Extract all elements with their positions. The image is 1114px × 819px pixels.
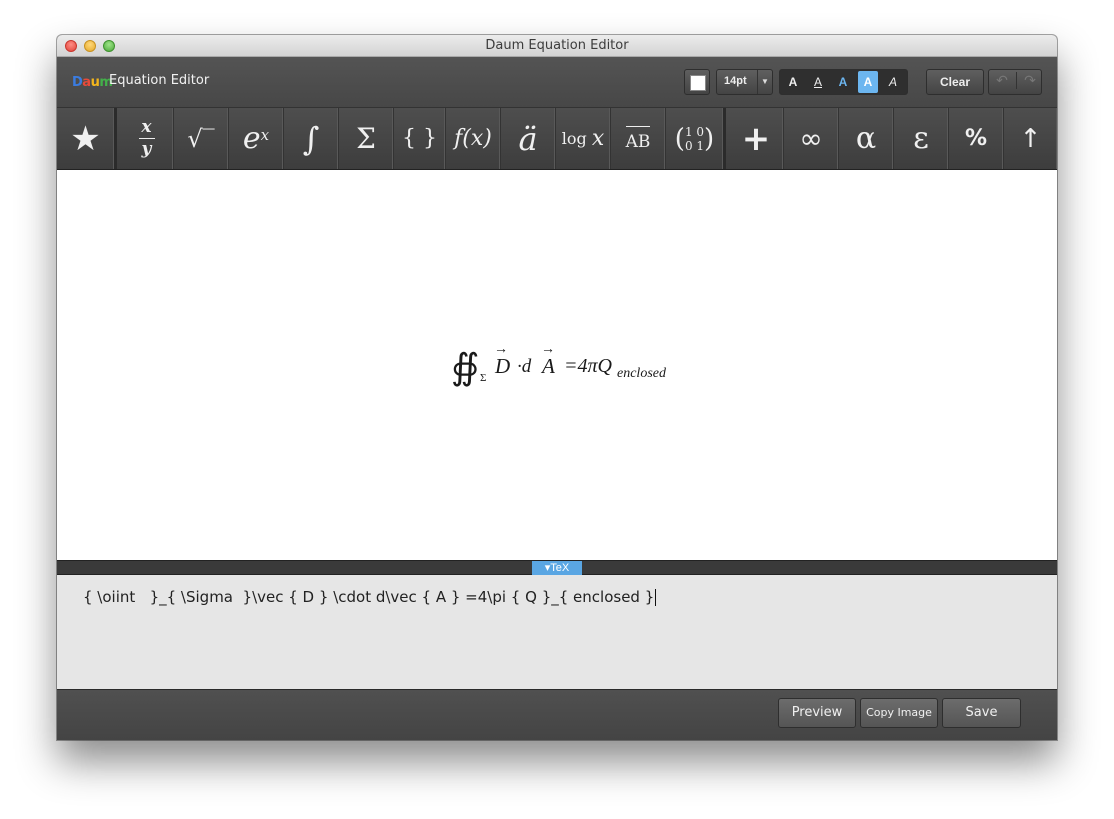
brackets-button[interactable]: { } <box>394 108 446 169</box>
vector-button[interactable]: AB <box>611 108 666 169</box>
equation-rhs-subscript: enclosed <box>617 366 666 381</box>
font-color-picker[interactable] <box>684 69 710 95</box>
text-style-group: A A A A A <box>779 69 908 95</box>
copy-image-button[interactable]: Copy Image <box>860 698 938 728</box>
highlight-style-button[interactable]: A <box>858 71 878 93</box>
text-color-style-button[interactable]: A <box>833 71 853 93</box>
integral-button[interactable]: ∫ <box>284 108 339 169</box>
percent-icon[interactable]: % <box>949 108 1004 169</box>
equation-canvas[interactable]: ∯ Σ → D ·d → A =4πQ enclosed <box>57 170 1057 560</box>
function-button[interactable]: f(x) <box>446 108 501 169</box>
fraction-denominator: y <box>141 139 152 159</box>
fraction-button[interactable]: x y <box>120 108 174 169</box>
tex-source-text: { \oiint }_{ \Sigma }\vec { D } \cdot d\… <box>83 588 657 606</box>
footer-bar: Preview Copy Image Save <box>57 690 1057 740</box>
vector-glyph: AB <box>625 125 651 152</box>
operators-plus-icon[interactable]: + <box>729 108 784 169</box>
font-size-select[interactable]: 14pt ▼ <box>716 69 773 95</box>
exponent-button[interactable]: ex <box>229 108 284 169</box>
redo-icon[interactable]: ↷ <box>1016 72 1043 89</box>
title-bar: Daum Equation Editor <box>57 35 1057 57</box>
favorites-star-icon[interactable]: ★ <box>57 108 117 169</box>
symbol-toolbar: ★ x y √‾ ex ∫ Σ { } f(x) ä log x AB (1 … <box>57 108 1057 170</box>
vector-label: AB <box>625 131 651 152</box>
matrix-paren-right: ) <box>704 123 715 154</box>
tex-toggle-tab[interactable]: ▾TeX <box>532 561 582 575</box>
panel-divider[interactable]: ▾TeX <box>57 560 1057 575</box>
italic-style-button[interactable]: A <box>883 71 903 93</box>
clear-button[interactable]: Clear <box>926 69 984 95</box>
summation-button[interactable]: Σ <box>339 108 394 169</box>
exponent-base: e <box>242 121 261 156</box>
bold-style-button[interactable]: A <box>783 71 803 93</box>
app-name: Equation Editor <box>109 73 210 88</box>
greek-epsilon-icon[interactable]: ε <box>894 108 949 169</box>
matrix-button[interactable]: ( 1 0 0 1 ) <box>666 108 726 169</box>
equation-rhs: =4πQ <box>564 355 612 377</box>
matrix-paren-left: ( <box>674 123 685 154</box>
underline-style-button[interactable]: A <box>808 71 828 93</box>
logarithm-button[interactable]: log x <box>556 108 611 169</box>
app-window: Daum Equation Editor Daum Equation Edito… <box>57 35 1057 740</box>
matrix-row-2: 0 1 <box>684 138 705 153</box>
log-fn: log <box>561 129 587 148</box>
preview-button[interactable]: Preview <box>778 698 856 728</box>
tex-code: { \oiint }_{ \Sigma }\vec { D } \cdot d\… <box>83 588 655 606</box>
save-button[interactable]: Save <box>942 698 1021 728</box>
dropdown-arrow-icon[interactable]: ▼ <box>757 70 772 94</box>
arrow-up-icon[interactable]: ↑ <box>1004 108 1057 169</box>
fraction-numerator: x <box>141 117 152 137</box>
dot-d: ·d <box>517 356 532 377</box>
matrix-row-1: 1 0 <box>684 124 705 139</box>
font-size-value: 14pt <box>724 75 747 87</box>
vector-arrow-icon <box>625 125 651 127</box>
surface-integral-symbol: ∯ <box>451 347 480 387</box>
vector-a: A <box>542 354 555 378</box>
tex-input[interactable]: { \oiint }_{ \Sigma }\vec { D } \cdot d\… <box>57 575 1057 690</box>
matrix-body: 1 0 0 1 <box>685 125 704 153</box>
app-header: Daum Equation Editor 14pt ▼ A A A A A Cl… <box>57 57 1057 108</box>
accent-button[interactable]: ä <box>501 108 556 169</box>
exponent-sup: x <box>260 125 270 144</box>
infinity-icon[interactable]: ∞ <box>784 108 839 169</box>
vector-d: D <box>495 354 511 378</box>
text-caret <box>655 589 657 606</box>
daum-logo: Daum <box>72 75 113 90</box>
window-title: Daum Equation Editor <box>485 38 629 53</box>
root-button[interactable]: √‾ <box>174 108 229 169</box>
undo-icon[interactable]: ↶ <box>989 72 1015 89</box>
log-var: x <box>591 126 605 151</box>
undo-redo-group: ↶ ↷ <box>988 69 1042 95</box>
rendered-equation: ∯ Σ → D ·d → A =4πQ enclosed <box>451 342 681 387</box>
color-swatch <box>690 75 706 91</box>
integral-subscript: Σ <box>480 372 487 384</box>
greek-alpha-icon[interactable]: α <box>839 108 894 169</box>
